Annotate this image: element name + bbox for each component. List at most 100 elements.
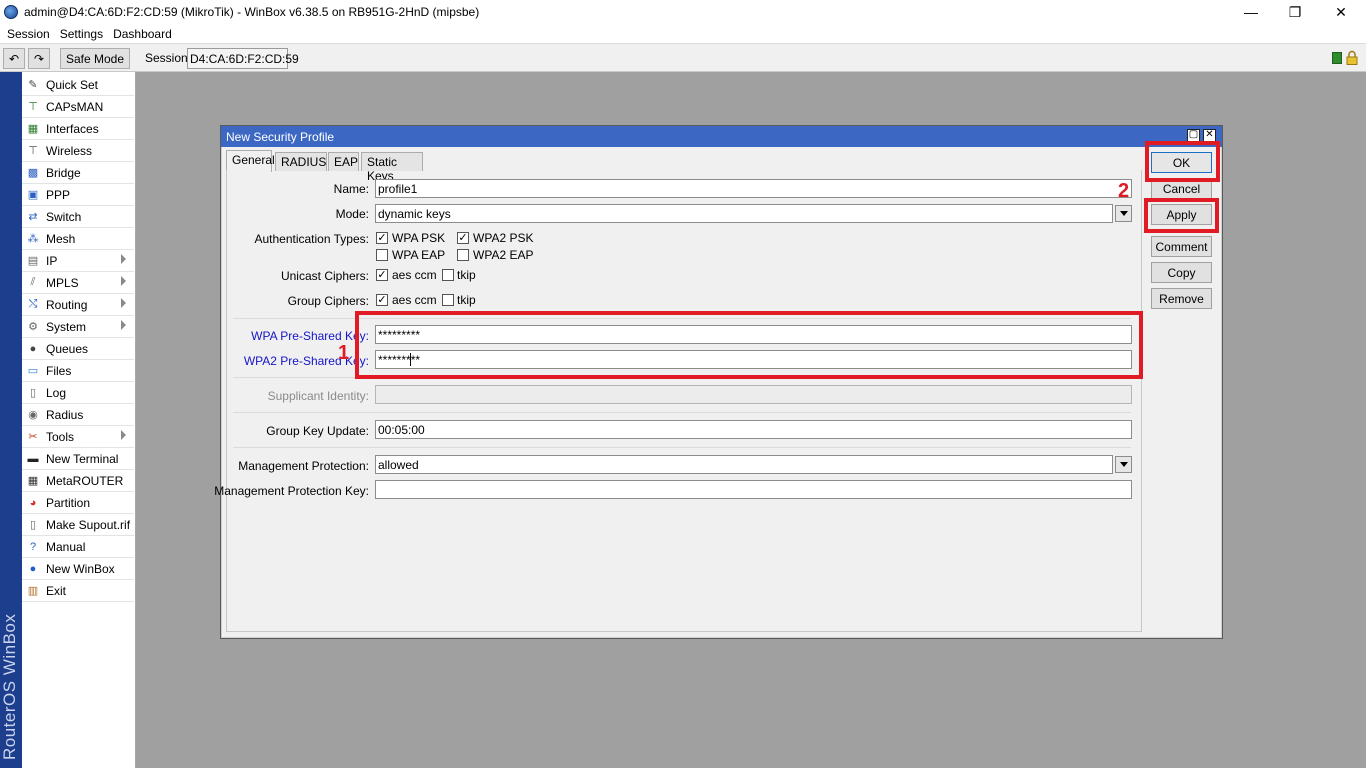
annotation-number-2: 2 <box>1118 180 1130 202</box>
sidebar-item-label: Partition <box>46 495 91 510</box>
sidebar-item-label: Manual <box>46 539 86 554</box>
tab-general[interactable]: General <box>226 150 275 172</box>
sidebar-item-system[interactable]: ⚙ System <box>22 316 134 338</box>
sidebar-item-routing[interactable]: ⤭ Routing <box>22 294 134 316</box>
tab-static-keys[interactable]: Static Keys <box>361 152 423 183</box>
annotation-box-apply <box>1144 198 1219 233</box>
sidebar-item-manual[interactable]: ? Manual <box>22 536 134 558</box>
sidebar-item-wireless[interactable]: ⊤ Wireless <box>22 140 134 162</box>
window-titlebar: admin@D4:CA:6D:F2:CD:59 (MikroTik) - Win… <box>0 0 1366 24</box>
menu-dashboard[interactable]: Dashboard <box>113 27 172 41</box>
sidebar-item-radius[interactable]: ◉ Radius <box>22 404 134 426</box>
metarouter-icon: ▦ <box>27 475 39 487</box>
redo-button[interactable]: ↷ <box>28 48 50 69</box>
sidebar-item-make-supout-rif[interactable]: ▯ Make Supout.rif <box>22 514 134 536</box>
separator <box>233 412 1131 413</box>
tab-radius[interactable]: RADIUS <box>275 152 327 171</box>
sidebar-item-label: Routing <box>46 297 88 312</box>
system-gear-icon: ⚙ <box>28 321 38 333</box>
minimize-button[interactable]: — <box>1228 0 1274 24</box>
redo-icon: ↷ <box>33 51 45 66</box>
wpa2-psk-checkbox[interactable]: ✓ <box>457 232 469 244</box>
sidebar-item-log[interactable]: ▯ Log <box>22 382 134 404</box>
menu-bar: Session Settings Dashboard <box>0 24 1366 43</box>
sidebar-item-files[interactable]: ▭ Files <box>22 360 134 382</box>
sidebar-item-label: Files <box>46 363 72 378</box>
sidebar-item-ip[interactable]: ▤ IP <box>22 250 134 272</box>
comment-button[interactable]: Comment <box>1151 236 1212 257</box>
winbox-app-icon <box>4 5 18 19</box>
sidebar-item-label: Log <box>46 385 67 400</box>
mesh-icon: ⁂ <box>27 233 39 245</box>
sidebar-item-label: Tools <box>46 429 75 444</box>
brand-text: RouterOS WinBox <box>0 613 19 760</box>
unicast-tkip-checkbox[interactable] <box>442 269 454 281</box>
sidebar-item-new-terminal[interactable]: ▬ New Terminal <box>22 448 134 470</box>
routeros-brand-strip: RouterOS WinBox <box>0 72 22 768</box>
sidebar-item-quick-set[interactable]: ✎ Quick Set <box>22 74 134 96</box>
mode-select[interactable]: dynamic keys <box>375 204 1113 223</box>
sidebar-item-label: PPP <box>46 187 71 202</box>
log-icon: ▯ <box>29 387 37 399</box>
supout-icon: ▯ <box>29 519 37 531</box>
sidebar-item-label: New WinBox <box>46 561 115 576</box>
remove-button[interactable]: Remove <box>1151 288 1212 309</box>
unicast-tkip-label: tkip <box>457 268 476 282</box>
mode-dropdown-button[interactable] <box>1115 205 1132 222</box>
safe-mode-button[interactable]: Safe Mode <box>60 48 130 69</box>
management-protection-key-label: Management Protection Key: <box>214 484 369 498</box>
winbox-icon: ● <box>29 562 37 575</box>
group-key-update-field[interactable]: 00:05:00 <box>375 420 1132 439</box>
menu-session[interactable]: Session <box>7 27 50 41</box>
sidebar-item-exit[interactable]: ▥ Exit <box>22 580 134 602</box>
sidebar-item-ppp[interactable]: ▣ PPP <box>22 184 134 206</box>
partition-icon: ◕ <box>29 496 37 509</box>
sidebar-item-mesh[interactable]: ⁂ Mesh <box>22 228 134 250</box>
sidebar-item-metarouter[interactable]: ▦ MetaROUTER <box>22 470 134 492</box>
sidebar-item-label: Interfaces <box>46 121 99 136</box>
unicast-aes-ccm-checkbox[interactable]: ✓ <box>376 269 388 281</box>
sidebar-item-label: Radius <box>46 407 84 422</box>
tab-eap[interactable]: EAP <box>328 152 359 171</box>
sidebar-item-label: Quick Set <box>46 77 99 92</box>
sidebar-item-queues[interactable]: ● Queues <box>22 338 134 360</box>
submenu-arrow-icon <box>121 254 126 264</box>
lock-icon <box>1346 50 1358 65</box>
menu-settings[interactable]: Settings <box>60 27 103 41</box>
wpa-eap-label: WPA EAP <box>392 248 446 262</box>
management-protection-key-field[interactable] <box>375 480 1132 499</box>
group-aes-ccm-checkbox[interactable]: ✓ <box>376 294 388 306</box>
management-protection-dropdown-button[interactable] <box>1115 456 1132 473</box>
sidebar-item-capsman[interactable]: ⊤ CAPsMAN <box>22 96 134 118</box>
sidebar-item-mpls[interactable]: ⫽ MPLS <box>22 272 134 294</box>
sidebar-item-label: IP <box>46 253 58 268</box>
sidebar-item-tools[interactable]: ✂ Tools <box>22 426 134 448</box>
wpa2-eap-checkbox[interactable] <box>457 249 469 261</box>
submenu-arrow-icon <box>121 276 126 286</box>
sidebar-item-label: CAPsMAN <box>46 99 104 114</box>
wpa-eap-checkbox[interactable] <box>376 249 388 261</box>
sidebar-item-interfaces[interactable]: ▦ Interfaces <box>22 118 134 140</box>
name-field[interactable]: profile1 <box>375 179 1132 198</box>
close-button[interactable]: ✕ <box>1318 0 1364 24</box>
terminal-icon: ▬ <box>27 452 39 465</box>
restore-button[interactable]: ❐ <box>1272 0 1318 24</box>
sidebar-item-bridge[interactable]: ▩ Bridge <box>22 162 134 184</box>
sidebar-item-new-winbox[interactable]: ● New WinBox <box>22 558 134 580</box>
window-title: admin@D4:CA:6D:F2:CD:59 (MikroTik) - Win… <box>24 5 480 19</box>
wireless-icon: ⊤ <box>28 145 38 157</box>
sidebar-item-partition[interactable]: ◕ Partition <box>22 492 134 514</box>
sidebar-item-switch[interactable]: ⇄ Switch <box>22 206 134 228</box>
wpa-psk-checkbox[interactable]: ✓ <box>376 232 388 244</box>
submenu-arrow-icon <box>121 430 126 440</box>
copy-button[interactable]: Copy <box>1151 262 1212 283</box>
sidebar-item-label: MPLS <box>46 275 79 290</box>
capsman-icon: ⊤ <box>28 101 38 113</box>
wpa2-eap-label: WPA2 EAP <box>473 248 534 262</box>
group-tkip-checkbox[interactable] <box>442 294 454 306</box>
undo-button[interactable]: ↶ <box>3 48 25 69</box>
management-protection-select[interactable]: allowed <box>375 455 1113 474</box>
group-tkip-label: tkip <box>457 293 476 307</box>
mode-label: Mode: <box>335 207 369 221</box>
sidebar-item-label: Exit <box>46 583 67 598</box>
